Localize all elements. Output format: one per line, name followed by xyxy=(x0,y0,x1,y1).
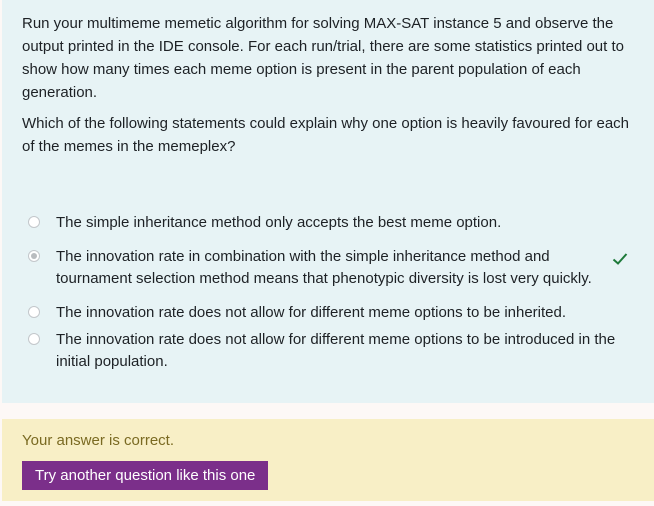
feedback-text: Your answer is correct. xyxy=(22,432,175,449)
question-text: Run your multimeme memetic algorithm for… xyxy=(22,12,638,166)
radio-button[interactable] xyxy=(28,306,40,318)
question-panel: Run your multimeme memetic algorithm for… xyxy=(2,0,654,403)
feedback-panel: Your answer is correct. Try another ques… xyxy=(2,419,654,501)
radio-button-selected[interactable] xyxy=(28,250,40,262)
answer-label: The innovation rate does not allow for d… xyxy=(56,331,616,370)
answer-label: The innovation rate in combination with … xyxy=(56,248,592,287)
try-another-question-button[interactable]: Try another question like this one xyxy=(22,461,269,490)
radio-button[interactable] xyxy=(28,333,40,345)
answer-label: The simple inheritance method only accep… xyxy=(56,214,502,231)
radio-button[interactable] xyxy=(28,216,40,228)
question-paragraph-1: Run your multimeme memetic algorithm for… xyxy=(22,15,624,101)
check-icon xyxy=(612,253,628,265)
answer-label: The innovation rate does not allow for d… xyxy=(56,304,567,321)
question-paragraph-2: Which of the following statements could … xyxy=(22,115,630,155)
